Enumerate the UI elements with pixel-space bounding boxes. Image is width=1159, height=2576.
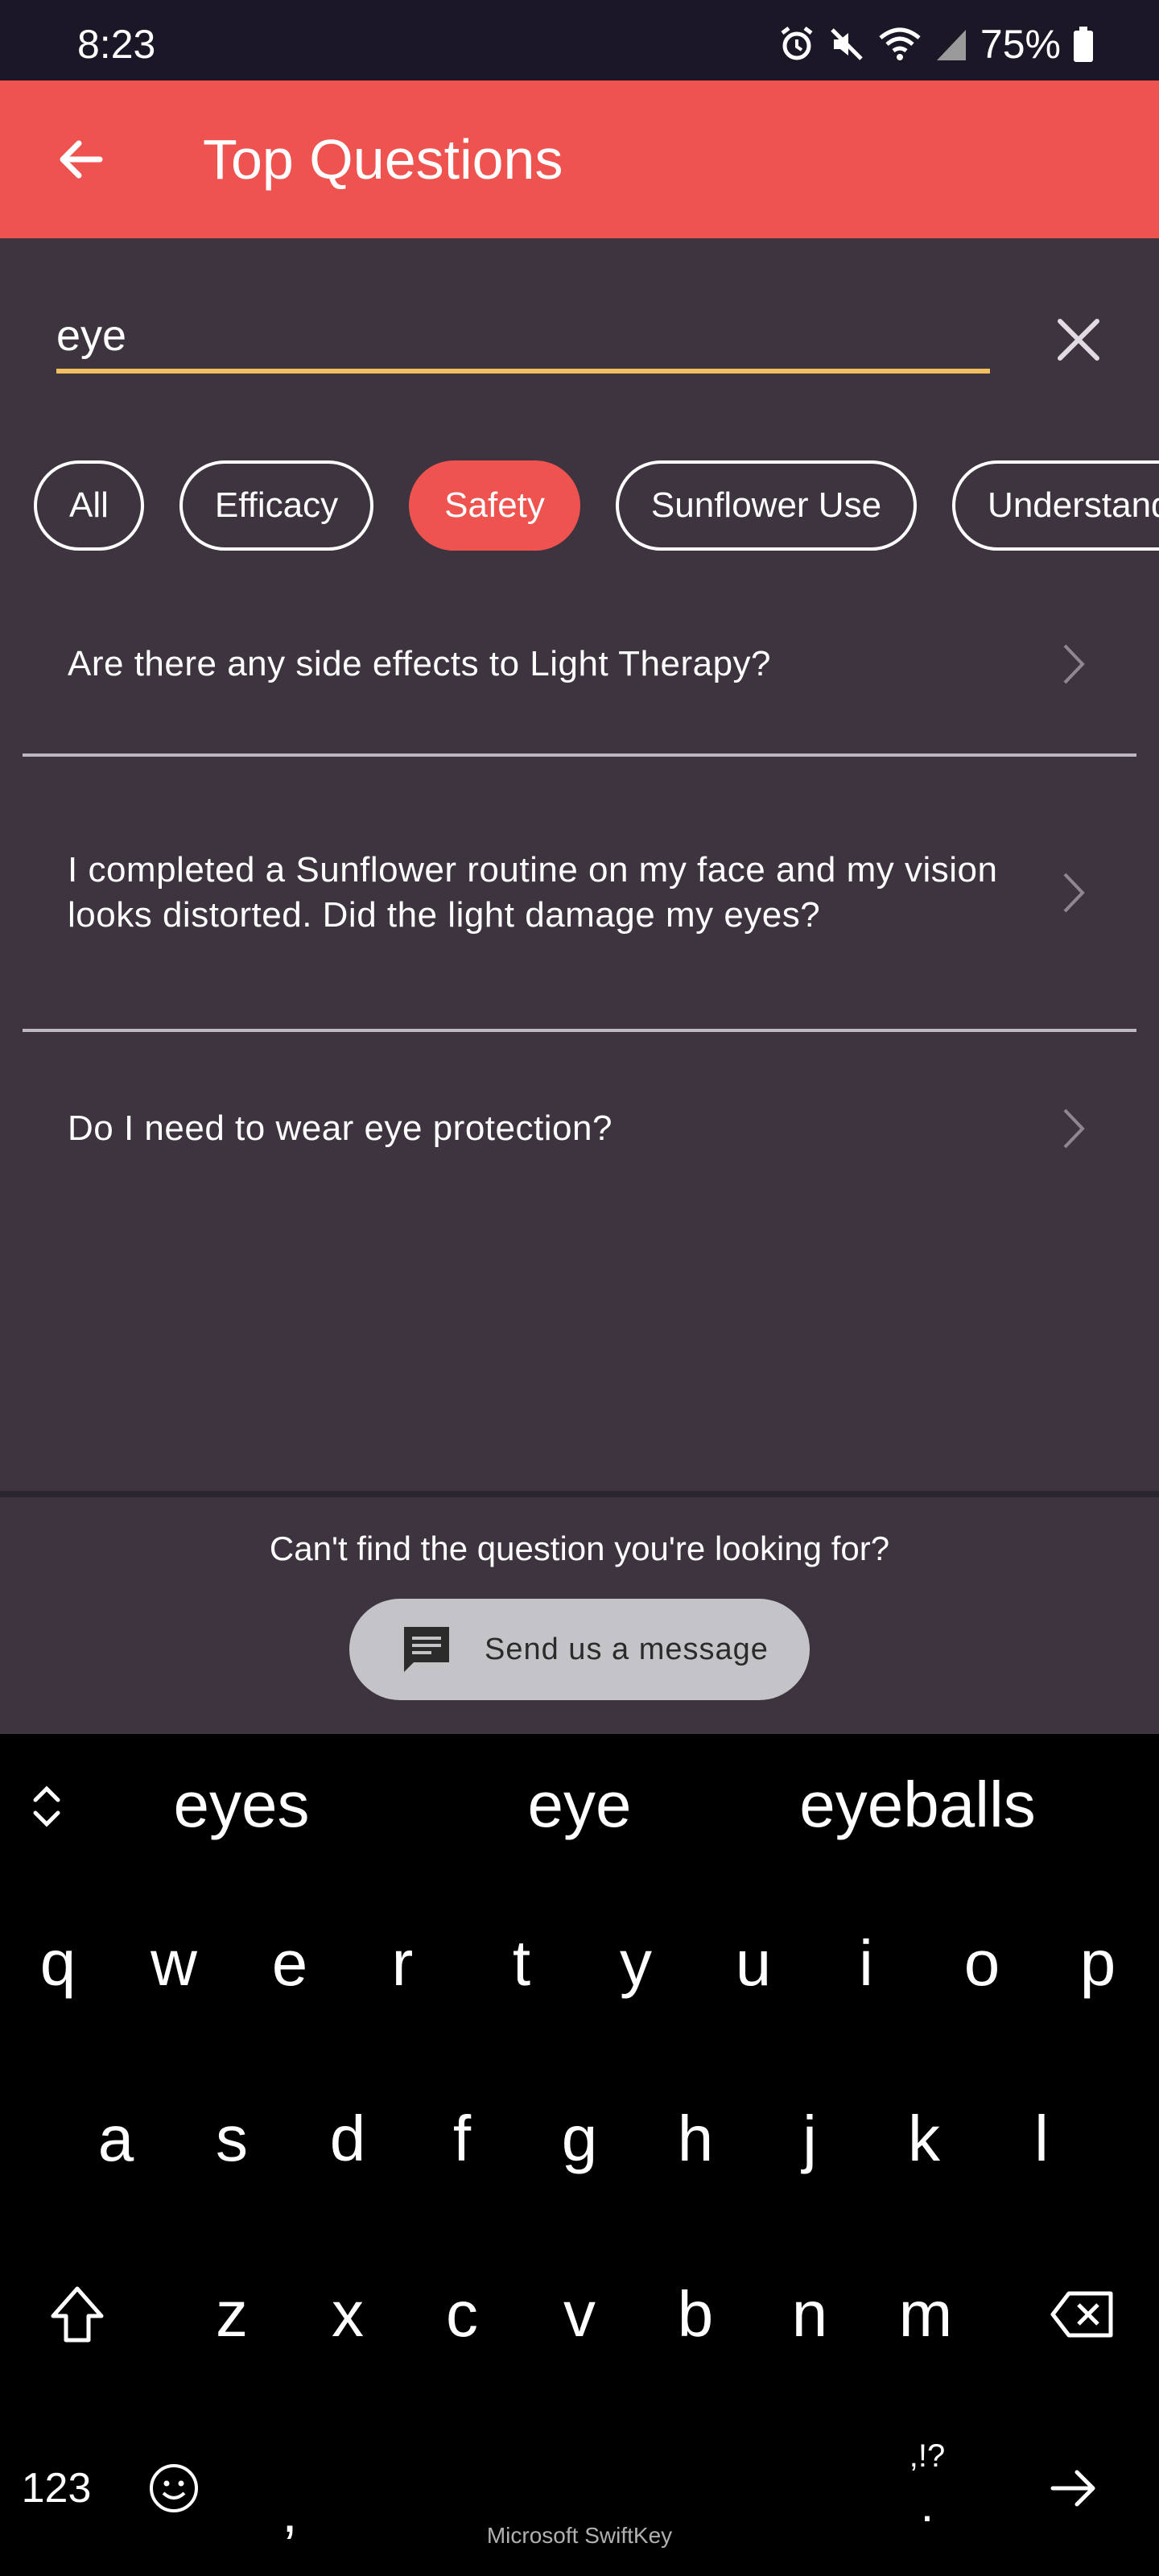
battery-percent: 75%	[980, 22, 1061, 67]
key-h[interactable]: h	[647, 2079, 744, 2199]
arrow-left-icon	[60, 140, 103, 179]
key-k[interactable]: k	[876, 2079, 972, 2199]
key-g[interactable]: g	[531, 2079, 628, 2199]
category-filter-chips: All Efficacy Safety Sunflower Use Unders…	[34, 460, 1159, 554]
key-c[interactable]: c	[414, 2254, 510, 2375]
search-field[interactable]	[56, 303, 990, 374]
emoji-icon	[150, 2464, 198, 2512]
wifi-icon	[879, 27, 921, 60]
key-f[interactable]: f	[414, 2079, 510, 2199]
key-row-4: 123 , ,!? .	[0, 2428, 1159, 2576]
suggestion-eye[interactable]: eye	[467, 1768, 692, 1842]
key-q[interactable]: q	[10, 1903, 106, 2024]
send-message-button[interactable]: Send us a message	[349, 1599, 810, 1700]
shift-icon	[51, 2286, 104, 2343]
key-y[interactable]: y	[588, 1903, 684, 2024]
chip-efficacy[interactable]: Efficacy	[179, 460, 374, 551]
status-icons: 75%	[777, 21, 1095, 68]
backspace-key[interactable]	[1033, 2254, 1130, 2375]
backspace-icon	[1050, 2291, 1113, 2338]
key-row-2: a s d f g h j k l	[0, 2079, 1159, 2240]
comma-key[interactable]: ,	[241, 2452, 338, 2573]
key-row-1: q w e r t y u i o p	[0, 1903, 1159, 2064]
expand-toolbar-icon[interactable]	[27, 1782, 66, 1831]
key-u[interactable]: u	[705, 1903, 802, 2024]
mute-icon	[831, 28, 863, 60]
chip-safety[interactable]: Safety	[409, 460, 580, 551]
page-title: Top Questions	[203, 128, 563, 191]
key-n[interactable]: n	[761, 2254, 858, 2375]
search-input[interactable]	[56, 303, 990, 369]
send-message-label: Send us a message	[485, 1632, 769, 1666]
back-button[interactable]	[42, 121, 119, 198]
suggestion-bar: eyes eye eyeballs	[0, 1734, 1159, 1876]
list-item[interactable]: I completed a Sunflower routine on my fa…	[23, 757, 1136, 1032]
key-d[interactable]: d	[299, 2079, 396, 2199]
message-icon	[404, 1627, 449, 1672]
chevron-right-icon	[1063, 644, 1085, 684]
key-p[interactable]: p	[1050, 1903, 1146, 2024]
list-item[interactable]: Are there any side effects to Light Ther…	[23, 575, 1136, 757]
chip-sunflower-use[interactable]: Sunflower Use	[615, 460, 918, 551]
key-t[interactable]: t	[473, 1903, 570, 2024]
help-footer: Can't find the question you're looking f…	[0, 1491, 1159, 1734]
suggestion-eyeballs[interactable]: eyeballs	[773, 1768, 1062, 1842]
question-text: Do I need to wear eye protection?	[68, 1108, 612, 1148]
key-a[interactable]: a	[68, 2079, 164, 2199]
key-m[interactable]: m	[877, 2254, 974, 2375]
alarm-icon	[781, 27, 813, 60]
key-j[interactable]: j	[761, 2079, 858, 2199]
chevron-right-icon	[1063, 1108, 1085, 1149]
key-v[interactable]: v	[531, 2254, 628, 2375]
keyboard-brand: Microsoft SwiftKey	[486, 2523, 673, 2548]
key-e[interactable]: e	[241, 1903, 338, 2024]
key-r[interactable]: r	[354, 1903, 451, 2024]
signal-icon	[936, 30, 966, 60]
key-x[interactable]: x	[299, 2254, 396, 2375]
key-o[interactable]: o	[934, 1903, 1030, 2024]
keyboard: eyes eye eyeballs q w e r t y u i o p a …	[0, 1734, 1159, 2576]
list-item[interactable]: Do I need to wear eye protection?	[23, 1032, 1136, 1225]
chevron-right-icon	[1063, 873, 1085, 913]
shift-key[interactable]	[29, 2254, 126, 2375]
key-b[interactable]: b	[647, 2254, 744, 2375]
arrow-right-icon	[1050, 2470, 1095, 2507]
status-time: 8:23	[77, 22, 156, 67]
question-list: Are there any side effects to Light Ther…	[23, 575, 1136, 1225]
key-i[interactable]: i	[818, 1903, 914, 2024]
key-z[interactable]: z	[184, 2254, 280, 2375]
battery-icon	[1074, 27, 1093, 62]
question-text: Are there any side effects to Light Ther…	[68, 644, 772, 683]
app-bar: Top Questions	[0, 80, 1159, 238]
status-bar: 8:23 75%	[0, 0, 1159, 80]
main-content: All Efficacy Safety Sunflower Use Unders…	[0, 238, 1159, 1491]
question-text: I completed a Sunflower routine on my fa…	[68, 850, 998, 935]
chip-all[interactable]: All	[34, 460, 144, 551]
chip-understanding[interactable]: Understandin	[952, 460, 1159, 551]
clear-search-button[interactable]	[1046, 308, 1111, 372]
key-l[interactable]: l	[993, 2079, 1090, 2199]
key-s[interactable]: s	[184, 2079, 280, 2199]
key-row-3: z x c v b n m	[0, 2254, 1159, 2415]
key-w[interactable]: w	[126, 1903, 222, 2024]
help-prompt: Can't find the question you're looking f…	[269, 1530, 890, 1567]
close-icon	[1058, 319, 1099, 361]
suggestion-eyes[interactable]: eyes	[129, 1768, 354, 1842]
